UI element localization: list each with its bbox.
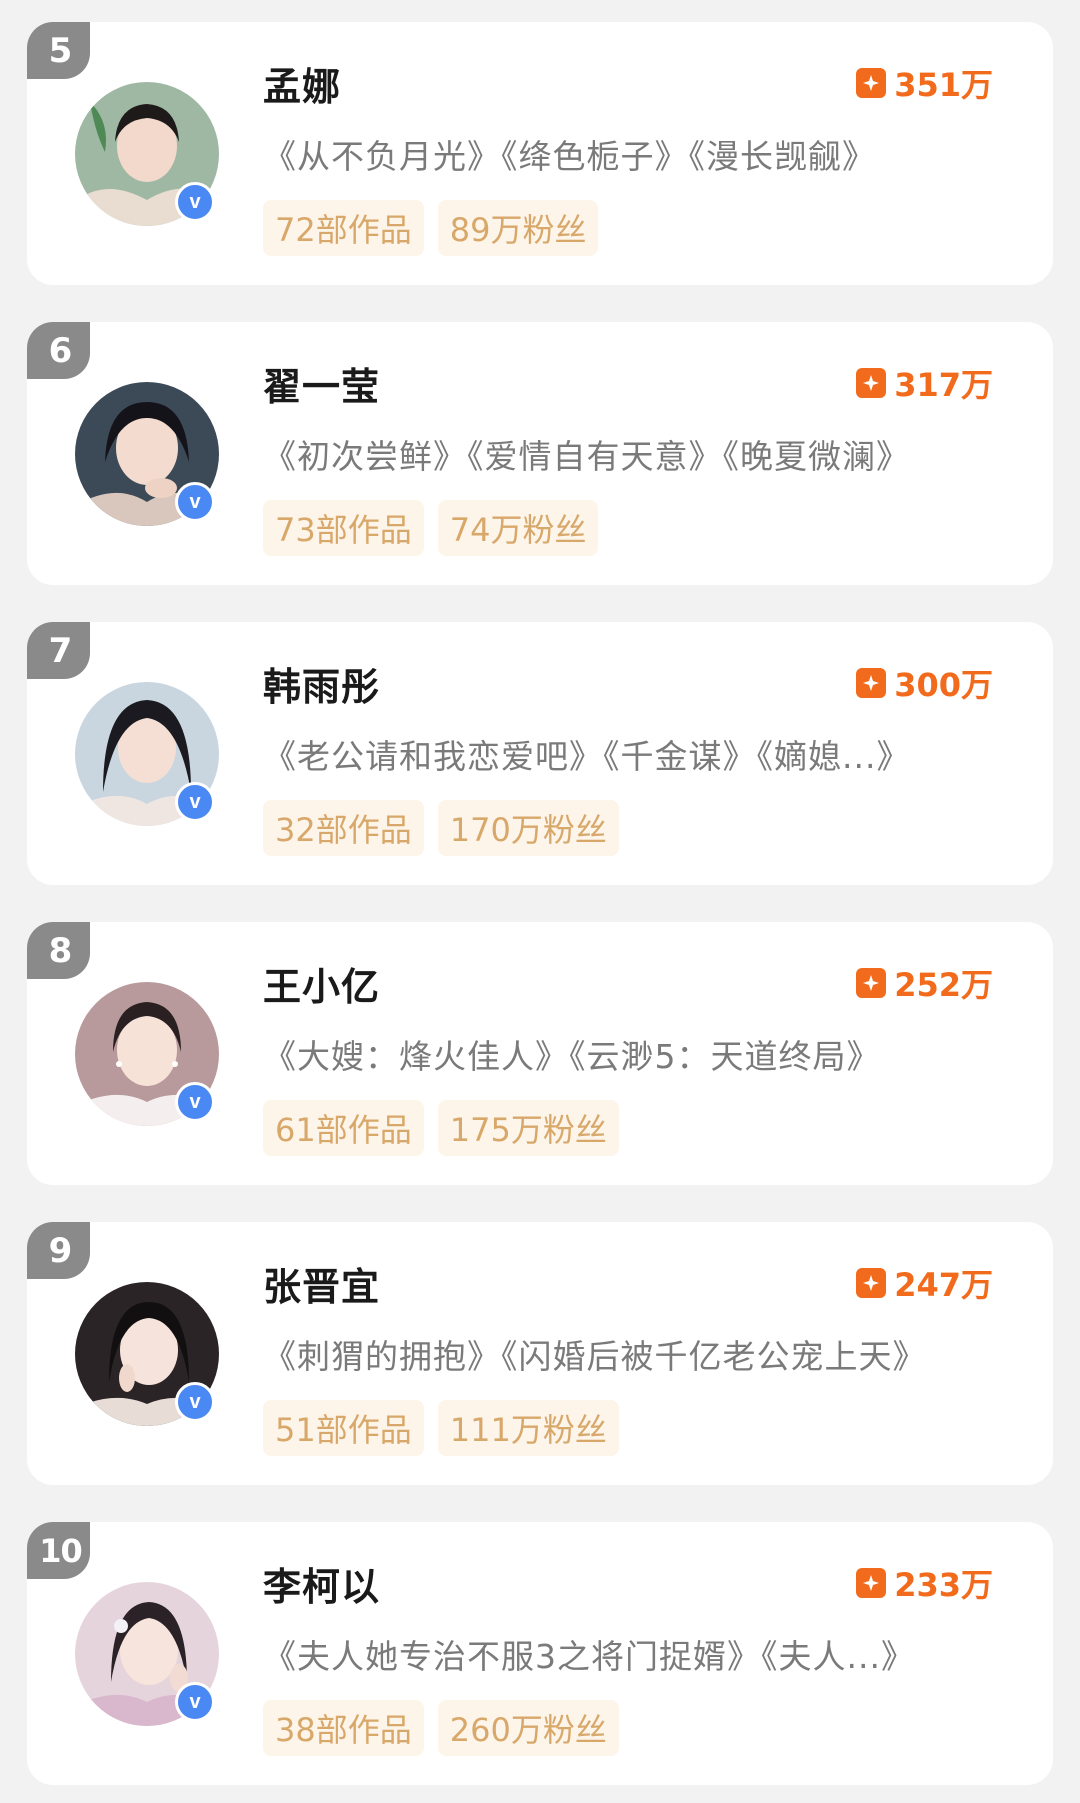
flame-square-icon (856, 68, 887, 98)
flame-square-icon (856, 968, 887, 998)
ranking-list: 5 v 孟娜 351万 《从不负月光》《绛色栀子》《漫长觊觎》 72部作品 89… (0, 0, 1080, 1803)
stat-tags: 38部作品 260万粉丝 (263, 1700, 619, 1756)
fans-count-tag: 175万粉丝 (437, 1100, 619, 1156)
heat-score: 317万 (856, 360, 993, 406)
verified-icon: v (175, 1682, 215, 1722)
flame-square-icon (856, 368, 887, 398)
avatar[interactable]: v (75, 982, 219, 1126)
works-count-tag: 32部作品 (263, 800, 424, 856)
works-count-tag: 38部作品 (263, 1700, 424, 1756)
works-count-tag: 72部作品 (263, 200, 424, 256)
works-list: 《初次尝鲜》《爱情自有天意》《晚夏微澜》 (263, 437, 910, 476)
creator-name[interactable]: 翟一莹 (263, 356, 380, 411)
works-count-tag: 51部作品 (263, 1400, 424, 1456)
heat-score: 247万 (856, 1260, 993, 1306)
stat-tags: 61部作品 175万粉丝 (263, 1100, 619, 1156)
fans-count-tag: 170万粉丝 (437, 800, 619, 856)
avatar[interactable]: v (75, 82, 219, 226)
verified-icon: v (175, 1382, 215, 1422)
works-list: 《夫人她专治不服3之将门捉婿》《夫人...》 (263, 1637, 915, 1676)
heat-score: 351万 (856, 60, 993, 106)
ranking-card[interactable]: 5 v 孟娜 351万 《从不负月光》《绛色栀子》《漫长觊觎》 72部作品 89… (27, 22, 1053, 285)
avatar[interactable]: v (75, 1282, 219, 1426)
stat-tags: 51部作品 111万粉丝 (263, 1400, 619, 1456)
works-count-tag: 61部作品 (263, 1100, 424, 1156)
flame-square-icon (856, 1568, 887, 1598)
verified-icon: v (175, 482, 215, 522)
heat-value: 351万 (894, 66, 993, 104)
heat-value: 233万 (894, 1566, 993, 1604)
avatar[interactable]: v (75, 1582, 219, 1726)
creator-name[interactable]: 李柯以 (263, 1556, 380, 1611)
avatar[interactable]: v (75, 382, 219, 526)
heat-value: 247万 (894, 1266, 993, 1304)
creator-name[interactable]: 孟娜 (263, 56, 341, 111)
creator-name[interactable]: 王小亿 (263, 956, 380, 1011)
ranking-card[interactable]: 10 v 李柯以 233万 《夫人她专治不服3之将门捉婿》《夫人...》 38部… (27, 1522, 1053, 1785)
heat-score: 252万 (856, 960, 993, 1006)
verified-icon: v (175, 1082, 215, 1122)
avatar[interactable]: v (75, 682, 219, 826)
rank-badge: 6 (27, 322, 90, 379)
fans-count-tag: 111万粉丝 (437, 1400, 619, 1456)
heat-score: 233万 (856, 1560, 993, 1606)
stat-tags: 32部作品 170万粉丝 (263, 800, 619, 856)
rank-badge: 7 (27, 622, 90, 679)
heat-value: 252万 (894, 966, 993, 1004)
works-count-tag: 73部作品 (263, 500, 424, 556)
rank-badge: 9 (27, 1222, 90, 1279)
works-list: 《从不负月光》《绛色栀子》《漫长觊觎》 (263, 137, 876, 176)
verified-icon: v (175, 782, 215, 822)
stat-tags: 73部作品 74万粉丝 (263, 500, 599, 556)
fans-count-tag: 74万粉丝 (437, 500, 599, 556)
ranking-card[interactable]: 8 v 王小亿 252万 《大嫂：烽火佳人》《云渺5：天道终局》 61部作品 1… (27, 922, 1053, 1185)
creator-name[interactable]: 张晋宜 (263, 1256, 380, 1311)
verified-icon: v (175, 182, 215, 222)
heat-score: 300万 (856, 660, 993, 706)
creator-name[interactable]: 韩雨彤 (263, 656, 380, 711)
heat-value: 300万 (894, 666, 993, 704)
fans-count-tag: 89万粉丝 (437, 200, 599, 256)
stat-tags: 72部作品 89万粉丝 (263, 200, 599, 256)
rank-badge: 10 (27, 1522, 90, 1579)
heat-value: 317万 (894, 366, 993, 404)
flame-square-icon (856, 1268, 887, 1298)
works-list: 《刺猬的拥抱》《闪婚后被千亿老公宠上天》 (263, 1337, 927, 1376)
ranking-card[interactable]: 9 v 张晋宜 247万 《刺猬的拥抱》《闪婚后被千亿老公宠上天》 51部作品 (27, 1222, 1053, 1485)
rank-badge: 5 (27, 22, 90, 79)
rank-badge: 8 (27, 922, 90, 979)
works-list: 《老公请和我恋爱吧》《千金谋》《嫡媳...》 (263, 737, 911, 776)
flame-square-icon (856, 668, 887, 698)
ranking-card[interactable]: 6 v 翟一莹 317万 《初次尝鲜》《爱情自有天意》《晚夏微澜》 73部作品 (27, 322, 1053, 585)
ranking-card[interactable]: 7 v 韩雨彤 300万 《老公请和我恋爱吧》《千金谋》《嫡媳...》 32部作… (27, 622, 1053, 885)
fans-count-tag: 260万粉丝 (437, 1700, 619, 1756)
works-list: 《大嫂：烽火佳人》《云渺5：天道终局》 (263, 1037, 881, 1076)
